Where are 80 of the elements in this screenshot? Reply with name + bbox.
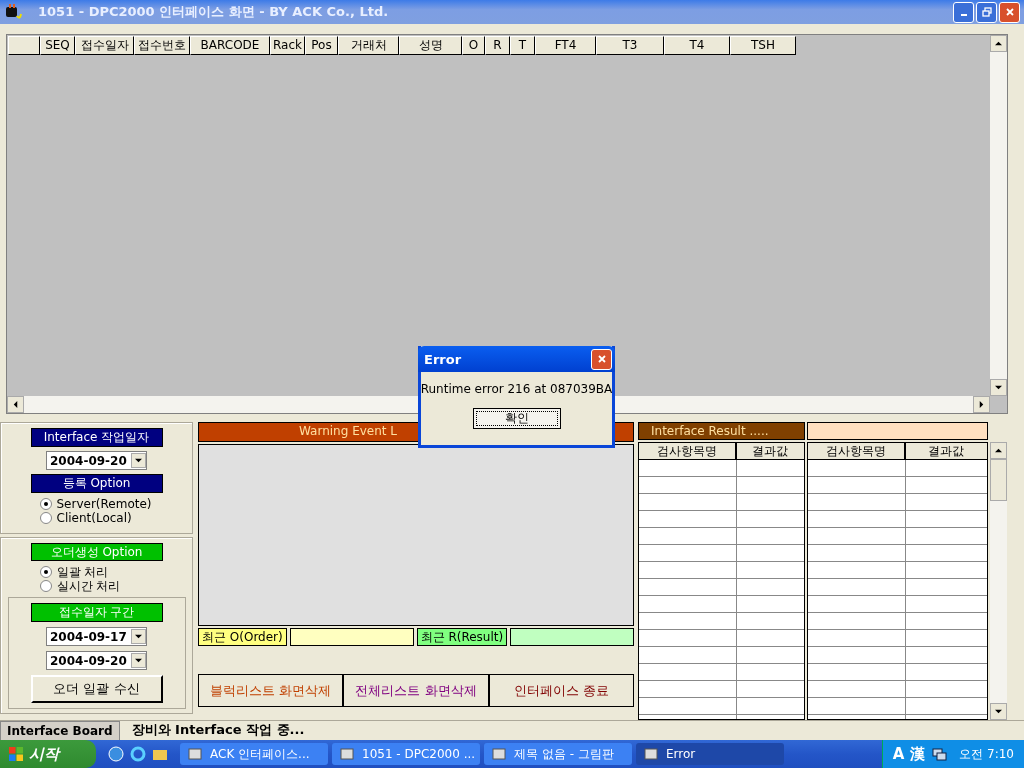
- down-arrow-icon: [995, 384, 1002, 391]
- section-label: 접수일자 구간: [30, 603, 163, 622]
- action-button[interactable]: 인터페이스 종료: [488, 674, 634, 707]
- panel-title: Interface Result .....: [651, 424, 769, 438]
- vertical-scrollbar[interactable]: [990, 35, 1007, 396]
- minimize-button[interactable]: [953, 1, 974, 23]
- window-icon: [340, 747, 354, 761]
- windows-logo-icon: [8, 746, 24, 762]
- window-title: 1051 - DPC2000 인터페이스 화면 - BY ACK Co., Ltd.: [38, 3, 390, 21]
- column-header[interactable]: T4: [664, 36, 730, 55]
- window-icon: [492, 747, 506, 761]
- close-button[interactable]: [999, 1, 1020, 23]
- column-header[interactable]: 검사항목명: [638, 442, 736, 460]
- window-icon: [188, 747, 202, 761]
- column-header[interactable]: BARCODE: [190, 36, 270, 55]
- close-icon: [1004, 7, 1015, 17]
- taskbar-button[interactable]: ACK 인터페이스...: [180, 743, 328, 765]
- board-tab[interactable]: Interface Board: [0, 721, 120, 740]
- radio-option[interactable]: Server(Remote): [39, 497, 170, 511]
- section-label: 등록 Option: [30, 474, 163, 493]
- receive-button[interactable]: 오더 일괄 수신: [30, 675, 163, 703]
- error-message: Runtime error 216 at 087039BA: [420, 382, 613, 396]
- radio-option[interactable]: 실시간 처리: [39, 579, 170, 593]
- action-button[interactable]: 전체리스트 화면삭제: [343, 674, 489, 707]
- taskbar-button[interactable]: 제목 없음 - 그림판: [484, 743, 632, 765]
- taskbar-button[interactable]: Error: [636, 743, 784, 765]
- recent-label: 최근 R(Result): [416, 628, 508, 646]
- status-message: 장비와 Interface 작업 중...: [131, 721, 305, 739]
- action-button[interactable]: 블럭리스트 화면삭제: [198, 674, 344, 707]
- clock: 오전 7:10: [959, 745, 1014, 763]
- dialog-title: Error: [424, 351, 462, 367]
- taskbar-button[interactable]: 1051 - DPC2000 ...: [332, 743, 480, 765]
- column-header[interactable]: 접수번호: [134, 36, 190, 55]
- radio-option[interactable]: 일괄 처리: [39, 565, 170, 579]
- column-header[interactable]: TSH: [730, 36, 796, 55]
- network-icon[interactable]: [931, 746, 948, 762]
- window-icon: [644, 747, 658, 761]
- vertical-scrollbar[interactable]: [990, 442, 1007, 720]
- section-label: Interface 작업일자: [30, 428, 163, 447]
- column-header[interactable]: 거래처: [338, 36, 399, 55]
- column-header[interactable]: Rack: [270, 36, 305, 55]
- start-button[interactable]: 시작: [0, 740, 96, 768]
- minimize-icon: [960, 14, 967, 16]
- radio-option[interactable]: Client(Local): [39, 511, 170, 525]
- down-arrow-icon: [995, 708, 1002, 715]
- column-header[interactable]: FT4: [535, 36, 596, 55]
- column-header[interactable]: [8, 36, 40, 55]
- ok-button[interactable]: 확인: [472, 408, 561, 429]
- column-header[interactable]: 결과값: [904, 442, 988, 460]
- right-arrow-icon: [978, 401, 985, 408]
- date-dropdown[interactable]: 2004-09-20: [46, 651, 147, 670]
- column-header[interactable]: O: [462, 36, 485, 55]
- column-header[interactable]: T3: [596, 36, 664, 55]
- column-header[interactable]: 접수일자: [75, 36, 134, 55]
- column-header[interactable]: R: [485, 36, 510, 55]
- column-header[interactable]: SEQ: [40, 36, 75, 55]
- column-header[interactable]: 검사항목명: [806, 442, 905, 460]
- restore-button[interactable]: [976, 1, 997, 23]
- close-icon: [596, 354, 607, 364]
- recent-label: 최근 O(Order): [198, 628, 287, 646]
- caret-icon: [135, 457, 142, 464]
- plug-icon: [4, 3, 22, 21]
- panel-title: Warning Event L: [299, 424, 398, 438]
- date-dropdown[interactable]: 2004-09-20: [46, 451, 147, 470]
- close-button[interactable]: [591, 348, 612, 370]
- column-header[interactable]: T: [510, 36, 535, 55]
- up-arrow-icon: [995, 40, 1002, 47]
- browser-icon[interactable]: [130, 746, 146, 762]
- column-header[interactable]: 성명: [399, 36, 462, 55]
- column-header[interactable]: 결과값: [736, 442, 805, 460]
- caret-icon: [135, 633, 142, 640]
- scroll-thumb[interactable]: [990, 459, 1007, 501]
- left-arrow-icon: [12, 401, 19, 408]
- globe-icon[interactable]: [108, 746, 124, 762]
- date-dropdown[interactable]: 2004-09-17: [46, 627, 147, 646]
- up-arrow-icon: [995, 447, 1002, 454]
- restore-icon: [981, 7, 992, 17]
- caret-icon: [135, 657, 142, 664]
- column-header[interactable]: Pos: [305, 36, 338, 55]
- section-label: 오더생성 Option: [30, 543, 163, 561]
